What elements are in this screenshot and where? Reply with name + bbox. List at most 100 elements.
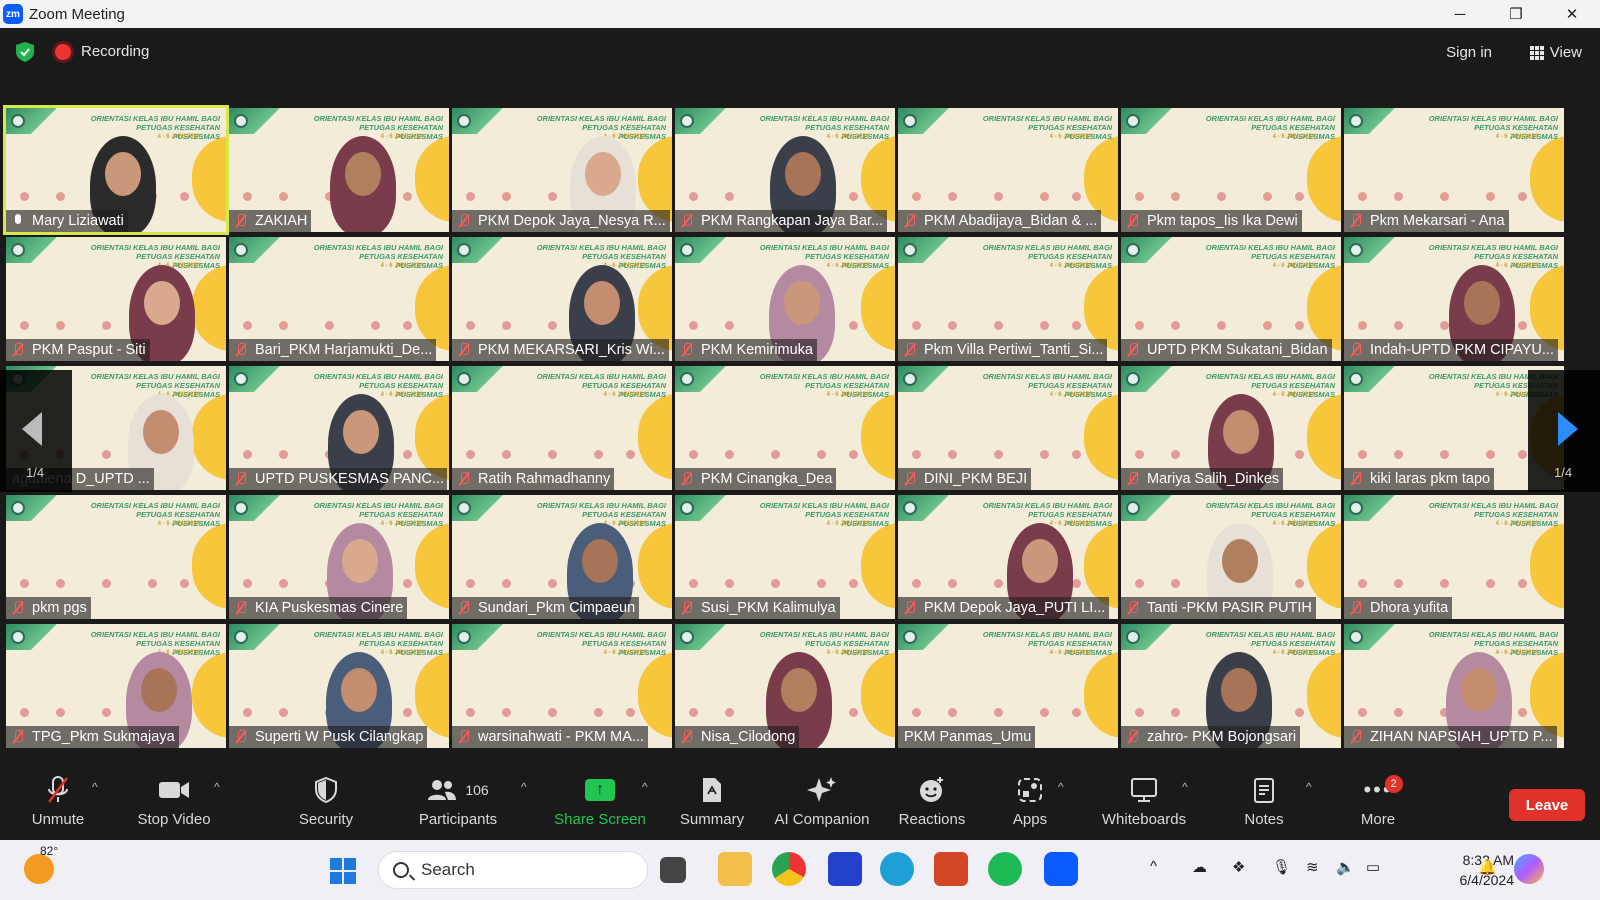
mic-muted-icon — [458, 214, 470, 228]
participants-caret-icon[interactable]: ^ — [521, 780, 527, 794]
app-icon-blue[interactable] — [828, 852, 862, 886]
participant-video-tile[interactable]: ORIENTASI KELAS IBU HAMIL BAGIPETUGAS KE… — [452, 237, 672, 361]
participant-video-tile[interactable]: ORIENTASI KELAS IBU HAMIL BAGIPETUGAS KE… — [229, 495, 449, 619]
event-logo-icon — [234, 114, 248, 128]
close-button[interactable]: ✕ — [1544, 0, 1600, 28]
participant-video-tile[interactable]: ORIENTASI KELAS IBU HAMIL BAGIPETUGAS KE… — [898, 366, 1118, 490]
participant-name-tag: PKM Pasput - Siti — [6, 339, 150, 361]
background-yellow-shape — [192, 523, 226, 609]
participant-video-tile[interactable]: ORIENTASI KELAS IBU HAMIL BAGIPETUGAS KE… — [452, 624, 672, 748]
participant-name-tag: Mary Liziawati — [6, 210, 128, 232]
previous-page-button[interactable]: 1/4 — [0, 370, 72, 492]
wifi-icon[interactable]: ≋ — [1306, 858, 1319, 876]
participant-video-tile[interactable]: ORIENTASI KELAS IBU HAMIL BAGIPETUGAS KE… — [6, 237, 226, 361]
participant-video-tile[interactable]: ORIENTASI KELAS IBU HAMIL BAGIPETUGAS KE… — [1344, 495, 1564, 619]
video-options-caret-icon[interactable]: ^ — [214, 780, 220, 794]
taskbar-search-box[interactable]: Search — [378, 851, 648, 889]
participant-video-tile[interactable]: ORIENTASI KELAS IBU HAMIL BAGIPETUGAS KE… — [6, 624, 226, 748]
event-date-text: 4 - 6 JUNI 2024 — [157, 521, 200, 527]
participant-video-tile[interactable]: ORIENTASI KELAS IBU HAMIL BAGIPETUGAS KE… — [452, 495, 672, 619]
participant-video-tile[interactable]: ORIENTASI KELAS IBU HAMIL BAGIPETUGAS KE… — [675, 495, 895, 619]
dropbox-icon[interactable]: ❖ — [1232, 858, 1245, 876]
participant-name-tag: UPTD PKM Sukatani_Bidan — [1121, 339, 1332, 361]
participant-video-tile[interactable]: ORIENTASI KELAS IBU HAMIL BAGIPETUGAS KE… — [898, 495, 1118, 619]
mic-muted-icon — [1350, 214, 1362, 228]
participant-video-tile[interactable]: ORIENTASI KELAS IBU HAMIL BAGIPETUGAS KE… — [675, 108, 895, 232]
start-menu-icon[interactable] — [330, 858, 356, 884]
mic-muted-icon — [1127, 601, 1139, 615]
participant-video-tile[interactable]: ORIENTASI KELAS IBU HAMIL BAGIPETUGAS KE… — [6, 495, 226, 619]
zoom-taskbar-icon[interactable] — [1044, 852, 1078, 886]
restore-button[interactable]: ❐ — [1488, 0, 1544, 28]
participant-video-tile[interactable]: ORIENTASI KELAS IBU HAMIL BAGIPETUGAS KE… — [1344, 108, 1564, 232]
file-explorer-icon[interactable] — [718, 852, 752, 886]
encryption-shield-icon[interactable] — [16, 42, 34, 62]
copilot-icon[interactable] — [1514, 854, 1544, 884]
participant-video-tile[interactable]: ORIENTASI KELAS IBU HAMIL BAGIPETUGAS KE… — [1121, 237, 1341, 361]
spotify-icon[interactable] — [988, 852, 1022, 886]
participants-button[interactable]: 106 Participants — [406, 768, 510, 836]
reactions-button[interactable]: Reactions — [890, 768, 974, 836]
summary-button[interactable]: Summary — [670, 768, 754, 836]
participant-video-tile[interactable]: ORIENTASI KELAS IBU HAMIL BAGIPETUGAS KE… — [1344, 624, 1564, 748]
powerpoint-icon[interactable] — [934, 852, 968, 886]
participant-video-tile[interactable]: ORIENTASI KELAS IBU HAMIL BAGIPETUGAS KE… — [229, 237, 449, 361]
participant-video-tile[interactable]: ORIENTASI KELAS IBU HAMIL BAGIPETUGAS KE… — [452, 366, 672, 490]
participant-video-tile[interactable]: ORIENTASI KELAS IBU HAMIL BAGIPETUGAS KE… — [1121, 495, 1341, 619]
minimize-button[interactable]: ─ — [1432, 0, 1488, 28]
participant-video-tile[interactable]: ORIENTASI KELAS IBU HAMIL BAGIPETUGAS KE… — [1344, 237, 1564, 361]
onedrive-cloud-icon[interactable]: ☁ — [1192, 858, 1207, 876]
stop-video-button[interactable]: Stop Video — [128, 768, 220, 836]
participant-video-tile[interactable]: ORIENTASI KELAS IBU HAMIL BAGIPETUGAS KE… — [3, 105, 229, 235]
participant-video-tile[interactable]: ORIENTASI KELAS IBU HAMIL BAGIPETUGAS KE… — [898, 237, 1118, 361]
task-view-icon[interactable] — [660, 857, 686, 883]
share-options-caret-icon[interactable]: ^ — [642, 780, 648, 794]
participant-video-tile[interactable]: ORIENTASI KELAS IBU HAMIL BAGIPETUGAS KE… — [229, 108, 449, 232]
notification-bell-icon[interactable]: 🔔 — [1478, 858, 1497, 876]
notes-caret-icon[interactable]: ^ — [1306, 780, 1312, 794]
event-banner-text: ORIENTASI KELAS IBU HAMIL BAGIPETUGAS KE… — [1205, 114, 1335, 141]
participant-video-tile[interactable]: ORIENTASI KELAS IBU HAMIL BAGIPETUGAS KE… — [229, 624, 449, 748]
participant-video-tile[interactable]: ORIENTASI KELAS IBU HAMIL BAGIPETUGAS KE… — [675, 366, 895, 490]
sign-in-button[interactable]: Sign in — [1446, 44, 1492, 61]
mic-muted-icon — [458, 472, 470, 486]
ai-sparkle-icon — [807, 775, 837, 805]
microphone-tray-icon[interactable]: 🎙 — [1272, 858, 1291, 876]
battery-icon[interactable]: ▭ — [1366, 858, 1380, 876]
view-button[interactable]: View — [1529, 44, 1582, 61]
audio-options-caret-icon[interactable]: ^ — [92, 780, 98, 794]
next-page-button[interactable]: 1/4 — [1528, 370, 1600, 492]
participant-video-tile[interactable]: ORIENTASI KELAS IBU HAMIL BAGIPETUGAS KE… — [675, 624, 895, 748]
participant-video-tile[interactable]: ORIENTASI KELAS IBU HAMIL BAGIPETUGAS KE… — [898, 624, 1118, 748]
whiteboards-button[interactable]: Whiteboards — [1092, 768, 1196, 836]
participants-label: Participants — [418, 811, 498, 828]
tray-overflow-chevron-icon[interactable]: ^ — [1150, 858, 1157, 875]
unmute-button[interactable]: Unmute — [22, 768, 94, 836]
mic-muted-icon — [12, 601, 24, 615]
ai-companion-button[interactable]: AI Companion — [766, 768, 878, 836]
participant-name-tag: PKM Kemirimuka — [675, 339, 817, 361]
apps-caret-icon[interactable]: ^ — [1058, 780, 1064, 794]
participant-video-tile[interactable]: ORIENTASI KELAS IBU HAMIL BAGIPETUGAS KE… — [452, 108, 672, 232]
participant-name-tag: Pkm Villa Pertiwi_Tanti_Si... — [898, 339, 1108, 361]
event-date-text: 4 - 6 JUNI 2024 — [826, 521, 869, 527]
security-button[interactable]: Security — [290, 768, 362, 836]
participant-video-tile[interactable]: ORIENTASI KELAS IBU HAMIL BAGIPETUGAS KE… — [1121, 108, 1341, 232]
participant-video-tile[interactable]: ORIENTASI KELAS IBU HAMIL BAGIPETUGAS KE… — [1121, 624, 1341, 748]
participant-video-tile[interactable]: ORIENTASI KELAS IBU HAMIL BAGIPETUGAS KE… — [229, 366, 449, 490]
share-screen-button[interactable]: ↑ Share Screen — [548, 768, 652, 836]
notes-button[interactable]: Notes — [1226, 768, 1302, 836]
volume-icon[interactable]: 🔈 — [1336, 858, 1355, 876]
participant-video-tile[interactable]: ORIENTASI KELAS IBU HAMIL BAGIPETUGAS KE… — [675, 237, 895, 361]
participant-video-tile[interactable]: ORIENTASI KELAS IBU HAMIL BAGIPETUGAS KE… — [1121, 366, 1341, 490]
participant-video-tile[interactable]: ORIENTASI KELAS IBU HAMIL BAGIPETUGAS KE… — [898, 108, 1118, 232]
whiteboards-caret-icon[interactable]: ^ — [1182, 780, 1188, 794]
apps-button[interactable]: Apps — [998, 768, 1062, 836]
leave-button[interactable]: Leave — [1509, 789, 1585, 821]
weather-sun-icon[interactable] — [24, 854, 54, 884]
more-button[interactable]: ••• 2 More — [1346, 768, 1410, 836]
chrome-icon[interactable] — [772, 852, 806, 886]
edge-browser-icon[interactable] — [880, 852, 914, 886]
recording-indicator[interactable]: Recording — [55, 43, 149, 60]
participant-name-tag: UPTD PUSKESMAS PANC... — [229, 468, 447, 490]
